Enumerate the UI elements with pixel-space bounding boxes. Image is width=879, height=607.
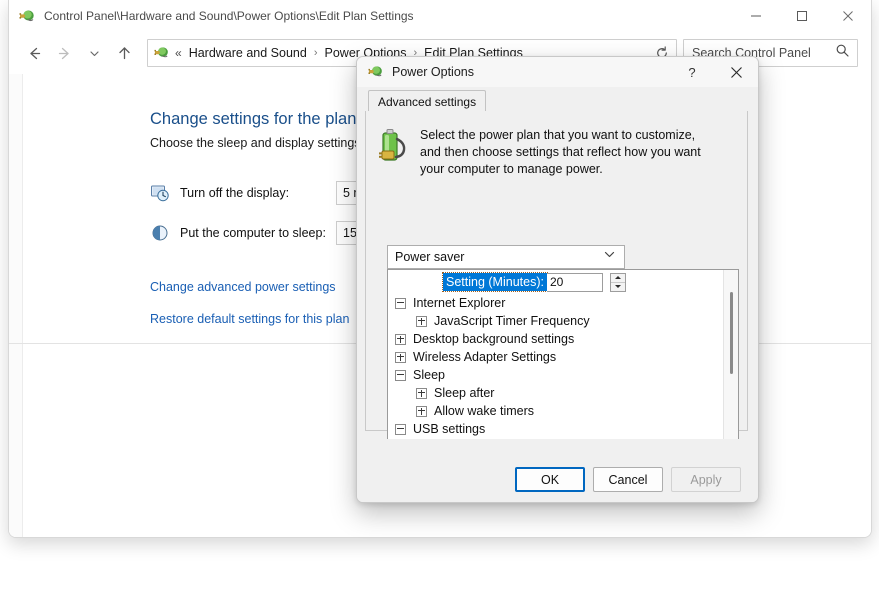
power-options-dialog: Power Options ? Advanced settings Select… (356, 56, 759, 503)
chevron-down-icon[interactable] (603, 248, 616, 266)
tree-row[interactable]: JavaScript Timer Frequency (388, 312, 724, 330)
collapse-icon[interactable] (395, 423, 406, 435)
breadcrumb-separator-1[interactable]: › (314, 47, 318, 59)
tree-row[interactable]: Sleep (388, 366, 724, 384)
dialog-close-icon[interactable] (714, 57, 758, 87)
window-controls (733, 0, 871, 32)
expand-icon[interactable] (395, 333, 406, 345)
battery-plug-icon (374, 127, 410, 165)
dialog-intro-text: Select the power plan that you want to c… (420, 128, 701, 176)
tree-row[interactable]: Wireless Adapter Settings (388, 348, 724, 366)
spinner-down-icon[interactable] (611, 283, 625, 291)
link-restore-default-settings[interactable]: Restore default settings for this plan (150, 312, 349, 326)
tree-item-label: JavaScript Timer Frequency (434, 313, 590, 328)
tree-item-label: Desktop background settings (413, 331, 575, 346)
apply-button: Apply (671, 467, 741, 492)
tree-item-label: Wireless Adapter Settings (413, 349, 557, 364)
maximize-icon[interactable] (779, 0, 825, 32)
tree-item-label: Allow wake timers (434, 403, 535, 418)
tree-row[interactable]: Allow wake timers (388, 402, 724, 420)
power-options-icon (19, 8, 36, 25)
minimize-icon[interactable] (733, 0, 779, 32)
search-icon[interactable] (835, 43, 850, 63)
display-icon (150, 183, 170, 203)
tree-row-setting-minutes[interactable]: Setting (Minutes): 20 (388, 270, 724, 294)
tree-row[interactable]: Desktop background settings (388, 330, 724, 348)
left-pane-rail (9, 74, 23, 537)
dialog-intro: Select the power plan that you want to c… (374, 127, 712, 178)
sleep-icon (150, 223, 170, 243)
window-titlebar: Control Panel\Hardware and Sound\Power O… (9, 0, 871, 32)
collapse-icon[interactable] (395, 369, 406, 381)
screen: Control Panel\Hardware and Sound\Power O… (0, 0, 879, 607)
tree-scrollbar-thumb[interactable] (730, 292, 733, 374)
expand-icon[interactable] (416, 315, 427, 327)
up-arrow-icon[interactable] (109, 38, 139, 68)
address-overflow-chevron[interactable]: « (175, 47, 182, 59)
setting-minutes-input[interactable]: 20 (546, 272, 603, 292)
breadcrumb-hardware-and-sound[interactable]: Hardware and Sound (189, 46, 307, 60)
ok-button[interactable]: OK (515, 467, 585, 492)
window-title: Control Panel\Hardware and Sound\Power O… (44, 9, 414, 23)
tree-scrollbar[interactable] (723, 270, 738, 466)
advanced-settings-tree[interactable]: Setting (Minutes): 20 Internet Explorer … (387, 269, 739, 467)
recent-locations-chevron-down-icon[interactable] (79, 38, 109, 68)
tree-items: Setting (Minutes): 20 Internet Explorer … (388, 270, 724, 466)
back-arrow-icon[interactable] (19, 38, 49, 68)
tab-advanced-settings[interactable]: Advanced settings (368, 90, 487, 112)
address-power-options-icon (154, 45, 170, 61)
dialog-tabstrip: Advanced settings (357, 87, 758, 112)
tree-item-label: USB settings (413, 421, 486, 436)
power-plan-selected-value: Power saver (395, 250, 465, 264)
dialog-body: Select the power plan that you want to c… (365, 111, 748, 500)
link-change-advanced-power-settings[interactable]: Change advanced power settings (150, 280, 336, 294)
collapse-icon[interactable] (395, 297, 406, 309)
expand-icon[interactable] (395, 351, 406, 363)
cancel-button[interactable]: Cancel (593, 467, 663, 492)
power-plan-select[interactable]: Power saver (387, 245, 625, 269)
label-turn-off-display: Turn off the display: (180, 186, 290, 200)
setting-row-turn-off-display: Turn off the display: (150, 180, 289, 206)
close-icon[interactable] (825, 0, 871, 32)
dialog-titlebar: Power Options ? (357, 57, 758, 87)
tree-item-label: Sleep after (434, 385, 495, 400)
setting-row-put-computer-to-sleep: Put the computer to sleep: (150, 220, 326, 246)
forward-arrow-icon[interactable] (49, 38, 79, 68)
help-button[interactable]: ? (670, 57, 714, 87)
dialog-power-options-icon (368, 64, 384, 80)
tree-row[interactable]: Sleep after (388, 384, 724, 402)
tree-row[interactable]: USB settings (388, 420, 724, 438)
label-put-computer-to-sleep: Put the computer to sleep: (180, 226, 326, 240)
tree-item-label: Internet Explorer (413, 295, 506, 310)
tree-row[interactable]: Internet Explorer (388, 294, 724, 312)
dialog-titlebar-buttons: ? (670, 57, 758, 87)
expand-icon[interactable] (416, 405, 427, 417)
dialog-title: Power Options (392, 65, 474, 79)
setting-minutes-stepper[interactable] (609, 272, 626, 292)
setting-minutes-label: Setting (Minutes): (442, 272, 548, 292)
spinner-up-icon[interactable] (610, 274, 625, 283)
expand-icon[interactable] (416, 387, 427, 399)
tree-item-label: Sleep (413, 367, 445, 382)
